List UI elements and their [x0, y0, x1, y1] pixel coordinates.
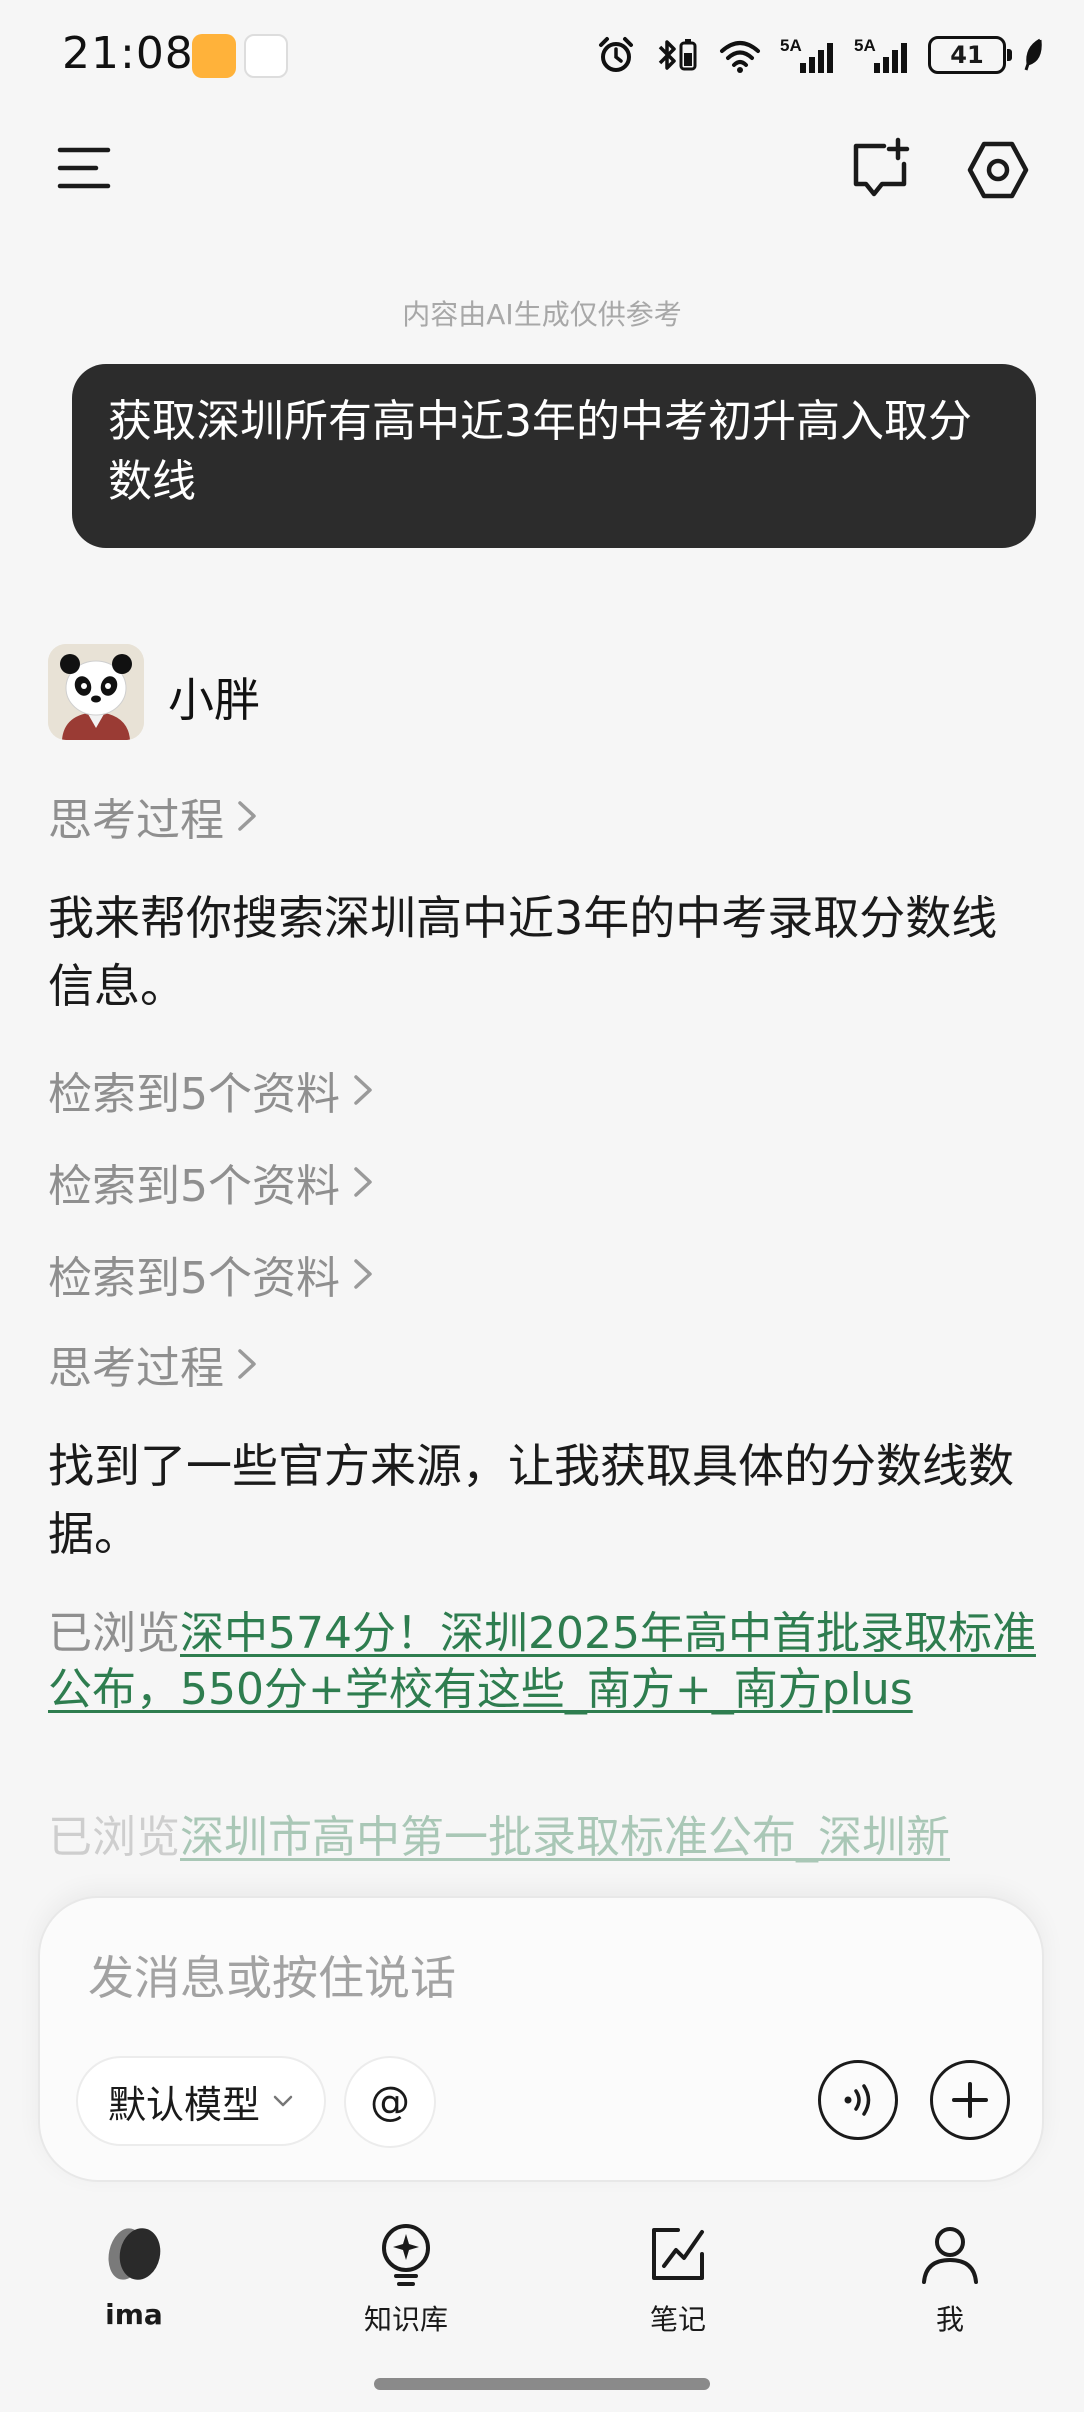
signal-label: 5A	[854, 36, 876, 55]
thinking-process-toggle[interactable]: 思考过程	[48, 784, 260, 848]
status-icons: 5A 5A 41	[596, 30, 1044, 80]
bluetooth-battery-icon	[658, 39, 697, 71]
message-input[interactable]: 发消息或按住说话	[88, 1942, 456, 2008]
plus-icon	[952, 2082, 988, 2118]
alarm-icon	[599, 37, 633, 72]
cellular-signal-icon: 5A	[780, 36, 833, 73]
search-results-toggle[interactable]: 检索到5个资料	[48, 1058, 376, 1122]
nav-item-knowledge-base[interactable]: 知识库	[316, 2220, 496, 2338]
new-chat-icon[interactable]	[848, 136, 912, 200]
nav-item-notes[interactable]: 笔记	[588, 2220, 768, 2338]
lightbulb-icon	[382, 2224, 430, 2286]
model-selector-label: 默认模型	[107, 2082, 260, 2127]
chevron-right-icon	[354, 1259, 372, 1289]
thinking-process-label: 思考过程	[48, 795, 224, 846]
panda-avatar-icon	[48, 644, 144, 740]
nav-label: 笔记	[649, 2303, 706, 2336]
battery-level: 41	[950, 41, 984, 69]
notes-pen-icon	[652, 2228, 704, 2280]
nav-label: 知识库	[363, 2303, 448, 2336]
nav-item-ima[interactable]: ima	[44, 2220, 224, 2331]
browsed-source: 已浏览深中574分！深圳2025年高中首批录取标准公布，550分+学校有这些_南…	[48, 1606, 1038, 1718]
browsed-prefix: 已浏览	[48, 1608, 180, 1659]
nav-item-me[interactable]: 我	[860, 2220, 1040, 2338]
search-results-label: 检索到5个资料	[48, 1161, 340, 1212]
thinking-process-toggle[interactable]: 思考过程	[48, 1332, 260, 1396]
mention-button[interactable]: @	[344, 2056, 436, 2148]
message-composer: 发消息或按住说话 默认模型 @	[38, 1896, 1044, 2182]
thinking-process-label: 思考过程	[48, 1343, 224, 1394]
ai-disclaimer: 内容由AI生成仅供参考	[402, 298, 682, 331]
bottom-nav: ima 知识库 笔记 我	[0, 2200, 1084, 2350]
nav-label: 我	[935, 2303, 964, 2336]
user-icon	[922, 2227, 978, 2284]
home-indicator[interactable]	[374, 2378, 710, 2390]
status-bar: 21:08 5A 5A 41	[0, 0, 1084, 110]
voice-wave-icon	[844, 2084, 871, 2116]
bot-answer-text: 找到了一些官方来源，让我获取具体的分数线数据。	[48, 1439, 1014, 1561]
user-message-bubble[interactable]: 获取深圳所有高中近3年的中考初升高入取分数线	[72, 364, 1036, 548]
nav-label: ima	[105, 2298, 163, 2331]
mention-label: @	[370, 2079, 410, 2125]
attach-button[interactable]	[930, 2060, 1010, 2140]
bot-answer-text: 我来帮你搜索深圳高中近3年的中考录取分数线信息。	[48, 891, 998, 1013]
browsed-source: 已浏览深圳市高中第一批录取标准公布_深圳新	[48, 1810, 1038, 1866]
voice-input-button[interactable]	[818, 2060, 898, 2140]
chevron-right-icon	[354, 1167, 372, 1197]
browsed-prefix: 已浏览	[48, 1812, 180, 1863]
cellular-signal-icon: 5A	[854, 36, 907, 73]
status-time: 21:08	[62, 28, 194, 79]
source-link[interactable]: 深圳市高中第一批录取标准公布_深圳新	[180, 1812, 950, 1863]
model-selector[interactable]: 默认模型	[76, 2056, 326, 2146]
signal-label: 5A	[780, 36, 802, 55]
battery-indicator: 41	[928, 36, 1012, 74]
notification-app-icon	[244, 34, 288, 78]
search-results-toggle[interactable]: 检索到5个资料	[48, 1242, 376, 1306]
chevron-down-icon	[273, 2095, 293, 2107]
bot-name: 小胖	[168, 673, 260, 727]
ima-logo-icon	[108, 2228, 161, 2280]
wifi-icon	[720, 41, 760, 73]
chevron-right-icon	[238, 801, 256, 831]
menu-icon[interactable]	[56, 140, 112, 196]
search-results-label: 检索到5个资料	[48, 1253, 340, 1304]
search-results-label: 检索到5个资料	[48, 1069, 340, 1120]
leaf-icon	[1024, 38, 1042, 71]
source-link[interactable]: 深中574分！深圳2025年高中首批录取标准公布，550分+学校有这些_南方+_…	[48, 1608, 1036, 1715]
chevron-right-icon	[354, 1075, 372, 1105]
search-results-toggle[interactable]: 检索到5个资料	[48, 1150, 376, 1214]
settings-icon[interactable]	[966, 138, 1030, 202]
notification-app-icon	[192, 34, 236, 78]
chevron-right-icon	[238, 1349, 256, 1379]
bot-avatar	[48, 644, 144, 740]
